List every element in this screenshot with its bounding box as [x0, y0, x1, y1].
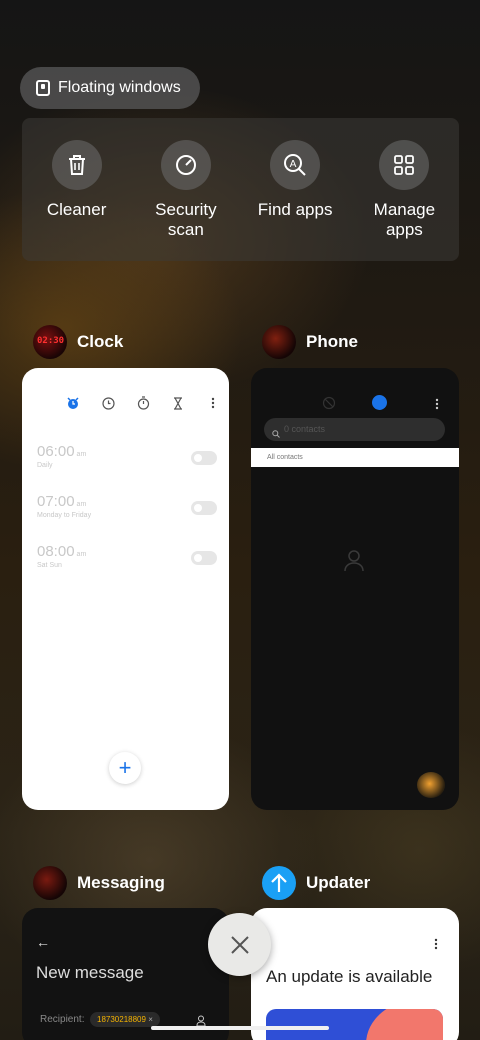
phone-preview-card[interactable]: 0 contacts All contacts — [251, 368, 459, 810]
find-apps-button[interactable]: A Find apps — [241, 118, 350, 261]
alarm-time: 07:00 — [37, 493, 75, 510]
recents-icon — [322, 396, 336, 415]
clock-preview-card[interactable]: 06:00 am Daily 07:00 am Monday to Friday 0… — [22, 368, 229, 810]
clock-title: Clock — [77, 332, 124, 351]
alarm-repeat: Sat Sun — [37, 562, 62, 569]
messaging-app-icon — [33, 866, 67, 900]
messaging-preview-card[interactable]: ← New message Recipient: 18730218809 × — [22, 908, 229, 1040]
alarm-icon — [66, 396, 80, 410]
alarm-toggle[interactable] — [191, 501, 217, 515]
floating-window-icon — [36, 80, 50, 96]
phone-fab-icon[interactable] — [417, 772, 445, 798]
find-apps-label: Find apps — [257, 200, 333, 219]
phone-app-icon — [262, 325, 296, 359]
updater-title: Updater — [306, 873, 371, 892]
back-arrow-icon: ← — [36, 934, 50, 950]
home-indicator[interactable] — [151, 1026, 329, 1030]
new-message-heading: New message — [36, 963, 144, 982]
more-icon — [434, 937, 438, 955]
security-scan-label: Security scan — [155, 200, 217, 239]
floating-windows-label: Floating windows — [58, 79, 181, 96]
cleaner-label: Cleaner — [46, 200, 107, 219]
alarm-time: 06:00 — [37, 443, 75, 460]
alarm-ampm: am — [76, 451, 87, 458]
svg-text:A: A — [290, 159, 297, 170]
recipient-label: Recipient: — [40, 1014, 85, 1025]
recipient-number: 18730218809 — [97, 1015, 146, 1024]
empty-contact-icon — [344, 550, 364, 577]
alarm-item[interactable]: 08:00 am Sat Sun — [37, 543, 217, 569]
clock-app-icon: 02:30 — [33, 325, 67, 359]
find-apps-icon: A — [270, 140, 321, 190]
updater-app-icon — [262, 866, 296, 900]
clock-header[interactable]: 02:30 Clock — [33, 325, 123, 359]
update-banner-image — [266, 1009, 443, 1040]
updater-header[interactable]: Updater — [262, 866, 370, 900]
more-icon — [206, 396, 220, 410]
phone-title: Phone — [306, 332, 358, 351]
close-all-button[interactable] — [208, 913, 271, 976]
cleaner-button[interactable]: Cleaner — [22, 118, 131, 261]
contacts-search-input[interactable]: 0 contacts — [264, 418, 445, 441]
alarm-item[interactable]: 06:00 am Daily — [37, 443, 217, 469]
grid-icon — [379, 140, 430, 190]
stopwatch-icon — [136, 396, 150, 410]
security-scan-button[interactable]: Security scan — [131, 118, 240, 261]
alarm-item[interactable]: 07:00 am Monday to Friday — [37, 493, 217, 519]
security-icon — [160, 140, 211, 190]
contacts-icon — [372, 395, 387, 410]
clock-icon-text: 02:30 — [37, 336, 65, 346]
world-clock-icon — [101, 396, 115, 410]
alarm-repeat: Daily — [37, 462, 53, 469]
alarm-toggle[interactable] — [191, 551, 217, 565]
recipient-chip[interactable]: 18730218809 × — [90, 1012, 160, 1027]
all-contacts-label: All contacts — [251, 448, 459, 467]
messaging-header[interactable]: Messaging — [33, 866, 165, 900]
floating-windows-button[interactable]: Floating windows — [20, 67, 200, 109]
messaging-title: Messaging — [77, 873, 165, 892]
add-alarm-button[interactable]: + — [109, 752, 141, 784]
manage-apps-button[interactable]: Manage apps — [350, 118, 459, 261]
clock-tabs — [66, 396, 220, 410]
close-icon — [230, 935, 249, 954]
alarm-toggle[interactable] — [191, 451, 217, 465]
alarm-time: 08:00 — [37, 543, 75, 560]
quick-tools-panel: Cleaner Security scan A Find apps Manage… — [22, 118, 459, 261]
update-heading: An update is available — [266, 967, 433, 986]
alarm-ampm: am — [76, 551, 87, 558]
alarm-repeat: Monday to Friday — [37, 512, 92, 519]
trash-icon — [51, 140, 102, 190]
manage-apps-label: Manage apps — [373, 200, 436, 239]
phone-header[interactable]: Phone — [262, 325, 358, 359]
updater-preview-card[interactable]: An update is available — [251, 908, 459, 1040]
more-icon — [435, 397, 439, 415]
timer-icon — [171, 396, 185, 410]
alarm-ampm: am — [76, 501, 87, 508]
search-icon — [272, 425, 280, 443]
